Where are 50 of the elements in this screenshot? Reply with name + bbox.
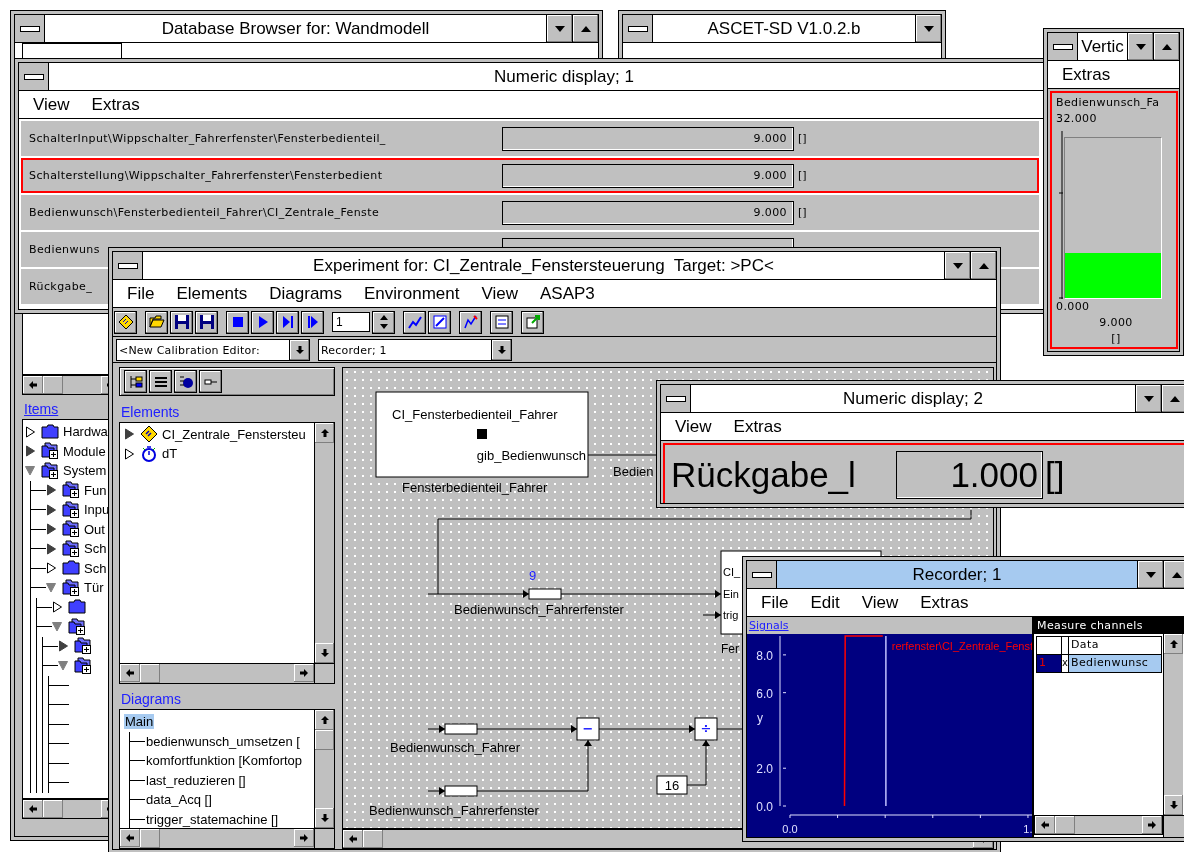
- block-caption: Bedienwunsch_Fahrer: [390, 740, 521, 755]
- unit-label: []: [798, 132, 807, 145]
- signal-label: Rückgabe_l: [670, 455, 857, 495]
- value-box: 9.000: [502, 163, 794, 188]
- unit-label: []: [1111, 331, 1121, 347]
- axis-label: y: [757, 711, 763, 725]
- value-box: 9.000: [502, 126, 794, 151]
- operator-symbol: −: [582, 721, 594, 736]
- window-title: ASCET-SD V1.0.2.b: [707, 19, 861, 38]
- window-title: Experiment for: CI_Zentrale_Fenstersteuerung Target: >PC<: [313, 256, 774, 275]
- meter-label: Bedienwunsch_Fa: [1056, 95, 1160, 111]
- series-label: rerfenster\CI_Zentrale_Fenst: [891, 640, 1032, 652]
- tick-label: 1.: [1023, 823, 1032, 835]
- panel-header: Measure channels: [1034, 617, 1184, 634]
- tick-label: 0.0: [756, 800, 773, 814]
- tick-label: 6.0: [756, 686, 773, 701]
- scale-max-label: 32.000: [1056, 111, 1097, 127]
- window-title: Numeric display; 1: [494, 67, 634, 86]
- wire-label: Bedien: [613, 464, 654, 479]
- window-title: Numeric display; 2: [843, 389, 983, 408]
- port-label: trig: [723, 609, 739, 621]
- port-label: gib_Bedienwunsch: [476, 448, 586, 463]
- operator-symbol: ÷: [700, 721, 712, 736]
- port-label: Ein: [723, 588, 739, 600]
- table-cell: 1: [1036, 654, 1062, 673]
- constant-value: 16: [664, 778, 680, 793]
- block-caption: Bedienwunsch_Fahrerfenster: [454, 602, 624, 617]
- value-box: 9.000: [502, 200, 794, 225]
- signal-label: Bedienwuns: [28, 243, 101, 256]
- window-title: Vertic: [1081, 37, 1124, 56]
- tick-label: 2.0: [756, 762, 773, 777]
- signal-label: Schalterstellung\Wippschalter_Fahrerfenster\Fensterbedient: [28, 169, 384, 182]
- block-caption: Fensterbedienteil_Fahrer: [402, 480, 548, 495]
- window-title: Database Browser for: Wandmodell: [161, 19, 430, 38]
- unit-label: []: [798, 169, 807, 182]
- window-title: Recorder; 1: [912, 565, 1002, 584]
- meter-value: 9.000: [1099, 315, 1133, 331]
- tick-label: 8.0: [756, 648, 773, 663]
- unit-label: []: [1045, 455, 1065, 495]
- scale-min-label: 0.000: [1056, 299, 1090, 315]
- block-caption: Fer: [721, 642, 739, 656]
- block-title: CI_: [723, 566, 741, 578]
- block-title: CI_Fensterbedienteil_Fahrer: [392, 407, 558, 422]
- value-label: 9: [529, 568, 537, 583]
- signal-label: SchalterInput\Wippschalter_Fahrerfenster\Fensterbedienteil_: [28, 132, 387, 145]
- signal-label: Bedienwunsch\Fensterbedienteil_Fahrer\CI_Zentrale_Fenste: [28, 206, 381, 219]
- value-box: 1.000: [896, 451, 1043, 499]
- tick-label: 0.0: [782, 823, 798, 835]
- block-caption: Bedienwunsch_Fahrerfenster: [369, 803, 539, 818]
- unit-label: []: [798, 206, 807, 219]
